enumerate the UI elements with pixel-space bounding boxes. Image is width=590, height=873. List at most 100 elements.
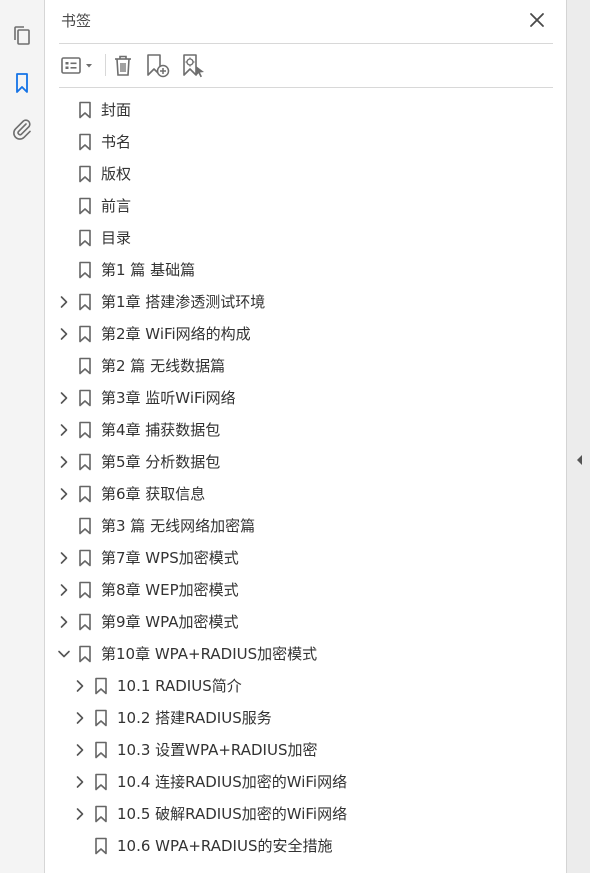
- chevron-right-icon[interactable]: [73, 711, 87, 725]
- bookmark-item[interactable]: 第1章 搭建渗透测试环境: [45, 286, 566, 318]
- bookmark-label: 第3 篇 无线网络加密篇: [101, 517, 256, 535]
- bookmark-icon: [79, 645, 91, 663]
- bookmark-icon: [79, 101, 91, 119]
- bookmark-item[interactable]: 第5章 分析数据包: [45, 446, 566, 478]
- bookmark-icon: [79, 133, 91, 151]
- bookmark-icon: [79, 293, 91, 311]
- chevron-right-icon[interactable]: [57, 487, 71, 501]
- chevron-right-icon[interactable]: [57, 455, 71, 469]
- chevron-down-icon[interactable]: [57, 647, 71, 661]
- bookmark-item[interactable]: 版权: [45, 158, 566, 190]
- bookmark-label: 书名: [101, 133, 132, 151]
- options-menu-icon[interactable]: [60, 52, 96, 80]
- bookmark-item[interactable]: 10.1 RADIUS简介: [45, 670, 566, 702]
- chevron-right-icon[interactable]: [57, 423, 71, 437]
- chevron-right-icon[interactable]: [73, 775, 87, 789]
- bookmark-item[interactable]: 书名: [45, 126, 566, 158]
- collapse-panel-icon[interactable]: [574, 452, 584, 466]
- bookmark-label: 10.4 连接RADIUS加密的WiFi网络: [117, 773, 348, 791]
- bookmark-icon: [79, 229, 91, 247]
- panel-title: 书签: [61, 12, 92, 30]
- bookmark-label: 第1章 搭建渗透测试环境: [101, 293, 266, 311]
- chevron-right-icon[interactable]: [57, 551, 71, 565]
- bookmark-item[interactable]: 10.5 破解RADIUS加密的WiFi网络: [45, 798, 566, 830]
- new-bookmark-from-selection-icon[interactable]: [181, 52, 207, 80]
- bookmark-item[interactable]: 10.4 连接RADIUS加密的WiFi网络: [45, 766, 566, 798]
- bookmark-item[interactable]: 前言: [45, 190, 566, 222]
- bookmark-item[interactable]: 第10章 WPA+RADIUS加密模式: [45, 638, 566, 670]
- bookmark-label: 第2 篇 无线数据篇: [101, 357, 226, 375]
- bookmark-icon: [95, 709, 107, 727]
- bookmark-label: 10.3 设置WPA+RADIUS加密: [117, 741, 318, 759]
- bookmark-item[interactable]: 第7章 WPS加密模式: [45, 542, 566, 574]
- bookmark-item[interactable]: 封面: [45, 94, 566, 126]
- chevron-right-icon[interactable]: [73, 743, 87, 757]
- bookmark-icon: [95, 805, 107, 823]
- bookmark-label: 第10章 WPA+RADIUS加密模式: [101, 645, 318, 663]
- bookmark-icon: [79, 389, 91, 407]
- bookmark-item[interactable]: 10.6 WPA+RADIUS的安全措施: [45, 830, 566, 862]
- bookmark-label: 10.5 破解RADIUS加密的WiFi网络: [117, 805, 348, 823]
- bookmark-item[interactable]: 第3章 监听WiFi网络: [45, 382, 566, 414]
- bookmark-label: 第8章 WEP加密模式: [101, 581, 239, 599]
- bookmark-label: 10.1 RADIUS简介: [117, 677, 242, 695]
- bookmark-icon: [79, 453, 91, 471]
- bookmark-label: 第2章 WiFi网络的构成: [101, 325, 251, 343]
- close-icon[interactable]: [528, 11, 546, 29]
- bookmark-icon: [79, 517, 91, 535]
- pages-icon[interactable]: [10, 24, 34, 48]
- bookmark-icon: [79, 613, 91, 631]
- chevron-right-icon[interactable]: [57, 327, 71, 341]
- bookmark-label: 第3章 监听WiFi网络: [101, 389, 236, 407]
- bookmarks-panel: 书签 封面 书名 版权 前言 目录 第1 篇 基础篇 第1章 搭建渗透测试环境 …: [45, 0, 566, 873]
- bookmark-icon[interactable]: [10, 71, 34, 95]
- tool-rail: [0, 0, 45, 873]
- bookmark-item[interactable]: 目录: [45, 222, 566, 254]
- bookmark-icon: [95, 741, 107, 759]
- chevron-right-icon[interactable]: [57, 295, 71, 309]
- bookmark-label: 第1 篇 基础篇: [101, 261, 196, 279]
- chevron-right-icon[interactable]: [73, 679, 87, 693]
- bookmark-item[interactable]: 10.2 搭建RADIUS服务: [45, 702, 566, 734]
- bookmark-label: 10.6 WPA+RADIUS的安全措施: [117, 837, 333, 855]
- bookmark-label: 第5章 分析数据包: [101, 453, 221, 471]
- toolbar-separator: [105, 54, 106, 76]
- bookmark-label: 第7章 WPS加密模式: [101, 549, 239, 567]
- bookmark-item[interactable]: 第6章 获取信息: [45, 478, 566, 510]
- bookmark-item[interactable]: 10.3 设置WPA+RADIUS加密: [45, 734, 566, 766]
- bookmark-icon: [95, 677, 107, 695]
- bookmark-icon: [79, 549, 91, 567]
- divider: [59, 87, 553, 88]
- bookmark-item[interactable]: 第4章 捕获数据包: [45, 414, 566, 446]
- bookmark-icon: [79, 485, 91, 503]
- bookmark-item[interactable]: 第9章 WPA加密模式: [45, 606, 566, 638]
- bookmark-icon: [79, 325, 91, 343]
- divider: [59, 43, 553, 44]
- new-bookmark-icon[interactable]: [145, 52, 171, 80]
- bookmark-icon: [79, 421, 91, 439]
- bookmark-item[interactable]: 第2章 WiFi网络的构成: [45, 318, 566, 350]
- bookmark-label: 版权: [101, 165, 132, 183]
- delete-bookmark-icon[interactable]: [111, 52, 135, 80]
- bookmark-icon: [95, 837, 107, 855]
- bookmark-icon: [79, 357, 91, 375]
- chevron-right-icon[interactable]: [73, 807, 87, 821]
- bookmark-icon: [79, 165, 91, 183]
- bookmark-icon: [79, 197, 91, 215]
- bookmark-item[interactable]: 第1 篇 基础篇: [45, 254, 566, 286]
- bookmark-label: 第6章 获取信息: [101, 485, 206, 503]
- attachment-icon[interactable]: [10, 117, 34, 141]
- bookmark-icon: [79, 261, 91, 279]
- bookmark-label: 10.2 搭建RADIUS服务: [117, 709, 272, 727]
- chevron-right-icon[interactable]: [57, 391, 71, 405]
- panel-edge-strip: [566, 0, 590, 873]
- bookmark-label: 封面: [101, 101, 132, 119]
- bookmark-item[interactable]: 第3 篇 无线网络加密篇: [45, 510, 566, 542]
- chevron-right-icon[interactable]: [57, 615, 71, 629]
- bookmark-label: 目录: [101, 229, 132, 247]
- bookmark-item[interactable]: 第8章 WEP加密模式: [45, 574, 566, 606]
- bookmark-item[interactable]: 第2 篇 无线数据篇: [45, 350, 566, 382]
- bookmark-label: 第9章 WPA加密模式: [101, 613, 239, 631]
- chevron-right-icon[interactable]: [57, 583, 71, 597]
- bookmark-label: 第4章 捕获数据包: [101, 421, 221, 439]
